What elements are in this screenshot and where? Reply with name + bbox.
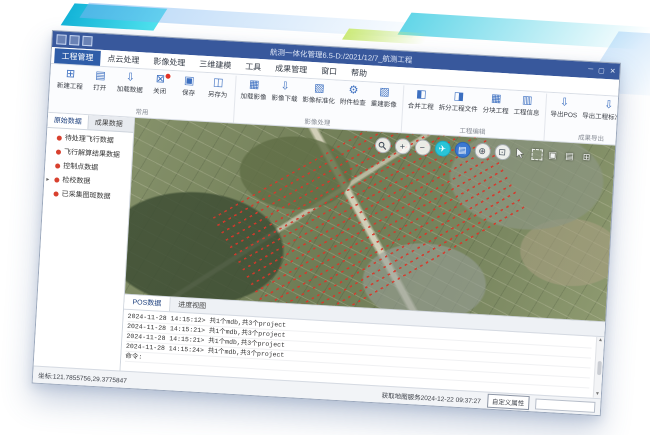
close-project-button[interactable]: ⊠ 关闭	[145, 72, 174, 98]
merge-project-button[interactable]: ◧ 合并工程	[405, 87, 436, 113]
image-download-icon: ⇩	[280, 80, 290, 93]
load-image-icon: ▦	[249, 78, 260, 91]
search-icon[interactable]	[374, 137, 391, 154]
layer-stack-icon[interactable]: ▤	[563, 149, 577, 163]
image-standardize-icon: ▧	[314, 82, 325, 95]
rebuild-image-button[interactable]: ▨ 重建影像	[369, 84, 400, 110]
rebuild-image-icon: ▨	[379, 86, 390, 99]
tree-item-pending-flight-data[interactable]: 待处理飞行数据	[49, 132, 131, 147]
scroll-down-icon[interactable]: ▼	[595, 392, 600, 397]
merge-project-icon: ◧	[416, 88, 427, 101]
decor-pale-ribbon-left	[79, 3, 421, 38]
save-icon: ▣	[184, 75, 195, 88]
coordinates-readout: 坐标:121.7855756,29.3775847	[38, 370, 127, 385]
open-button[interactable]: ▤ 打开	[85, 68, 114, 94]
maximize-icon[interactable]: ▢	[598, 67, 605, 75]
box-select-icon[interactable]	[531, 148, 543, 160]
load-image-button[interactable]: ▦ 加载影像	[238, 77, 269, 103]
satellite-map-view[interactable]: + − ✈ ▤ ⊕ ⊡ ▣ ▤ ⊞	[125, 118, 615, 321]
export-pos-button[interactable]: ⇩ 导出POS	[548, 95, 580, 121]
minimize-icon[interactable]: ─	[588, 66, 593, 74]
tree-item-flight-solution-data[interactable]: 飞行解算结果数据	[48, 146, 130, 161]
quick-save-icon[interactable]	[56, 34, 67, 45]
tree-item-calibration-data[interactable]: ▸ 检校数据	[46, 174, 128, 189]
expand-arrow-icon[interactable]: ▸	[46, 175, 51, 182]
image-download-button[interactable]: ⇩ 影像下载	[269, 79, 300, 105]
tree-item-control-point-data[interactable]: 控制点数据	[47, 160, 129, 175]
tab-pos-data[interactable]: POS数据	[124, 295, 171, 312]
drone-tool-icon[interactable]: ✈	[434, 140, 451, 157]
log-scrollbar[interactable]: ▲ ▼	[593, 337, 604, 398]
project-info-button[interactable]: ▥ 工程信息	[511, 93, 542, 119]
attachment-check-icon: ⚙	[348, 84, 359, 97]
tab-progress-view[interactable]: 进度视图	[170, 297, 215, 314]
export-results-icon: ⇩	[604, 99, 614, 112]
tab-window[interactable]: 窗口	[314, 63, 345, 80]
data-sidebar: 原始数据 成果数据 待处理飞行数据 飞行解算结果数据 控制点数据	[34, 113, 135, 371]
custom-attribute-button[interactable]: 自定义属性	[486, 394, 529, 410]
new-project-button[interactable]: ⊞ 新建工程	[55, 66, 86, 92]
tab-3d-modeling[interactable]: 三维建模	[192, 56, 239, 74]
scrollbar-thumb[interactable]	[597, 360, 602, 374]
map-service-status: 获取地图服务2024-12-22 09:37:27	[381, 390, 481, 406]
red-dot-icon	[55, 163, 60, 168]
full-extent-icon[interactable]: ⊡	[494, 144, 511, 161]
export-results-button[interactable]: ⇩ 导出工程标准成果	[580, 97, 618, 124]
map-column: + − ✈ ▤ ⊕ ⊡ ▣ ▤ ⊞ POS数据	[121, 118, 616, 398]
quick-redo-icon[interactable]	[82, 36, 93, 47]
tab-tools[interactable]: 工具	[238, 59, 269, 76]
locate-crosshair-icon[interactable]: ⊕	[474, 143, 491, 160]
layers-icon[interactable]: ▤	[454, 141, 471, 158]
export-pos-icon: ⇩	[560, 96, 570, 109]
load-data-button[interactable]: ⇩ 加载数据	[114, 70, 145, 96]
scroll-up-icon[interactable]: ▲	[598, 338, 603, 343]
zoom-out-icon[interactable]: −	[414, 139, 431, 156]
decor-green-ribbon-right	[342, 29, 430, 45]
window-controls: ─ ▢ ✕	[588, 66, 616, 76]
ribbon-group-export: ⇩ 导出POS ⇩ 导出工程标准成果 成果导出	[544, 94, 618, 146]
red-dot-icon	[57, 135, 62, 140]
load-data-icon: ⇩	[125, 71, 135, 84]
red-dot-icon	[54, 177, 59, 182]
project-info-icon: ▥	[522, 94, 533, 107]
quick-undo-icon[interactable]	[69, 35, 80, 46]
quick-access-toolbar	[56, 34, 93, 46]
tab-results[interactable]: 成果管理	[268, 61, 315, 79]
save-as-button[interactable]: ◫ 另存为	[203, 75, 232, 101]
close-icon[interactable]: ✕	[609, 67, 615, 75]
tab-help[interactable]: 帮助	[344, 65, 375, 82]
split-project-button[interactable]: ◨ 拆分工程文件	[436, 88, 480, 114]
new-project-icon: ⊞	[66, 68, 76, 81]
block-project-icon: ▦	[491, 92, 502, 105]
status-input-field[interactable]	[535, 398, 596, 412]
split-project-icon: ◨	[453, 90, 464, 103]
grid-tool-icon[interactable]: ⊞	[580, 150, 594, 164]
sidebar-tab-result-data[interactable]: 成果数据	[88, 115, 129, 131]
attachment-check-button[interactable]: ⚙ 附件检查	[338, 83, 369, 109]
tab-project-management[interactable]: 工程管理	[54, 48, 101, 66]
main-content: 原始数据 成果数据 待处理飞行数据 飞行解算结果数据 控制点数据	[34, 113, 616, 398]
pan-hand-icon[interactable]: ▣	[546, 148, 560, 162]
notification-badge	[164, 73, 171, 80]
red-dot-icon	[56, 149, 61, 154]
open-folder-icon: ▤	[95, 70, 106, 83]
decor-cyan-ribbon-right	[398, 13, 650, 50]
cursor-tool-icon[interactable]	[514, 146, 528, 160]
app-window: 航测一体化管理6.5-D:/2021/12/7_航测工程 ─ ▢ ✕ 工程管理 …	[32, 30, 621, 416]
tab-image-processing[interactable]: 影像处理	[146, 53, 193, 71]
ribbon-group-image: ▦ 加载影像 ⇩ 影像下载 ▧ 影像标准化 ⚙ 附件检查 ▨ 重建影像	[234, 76, 404, 133]
sidebar-tab-raw-data[interactable]: 原始数据	[47, 113, 89, 129]
block-project-button[interactable]: ▦ 分块工程	[480, 91, 511, 117]
zoom-in-icon[interactable]: +	[394, 138, 411, 155]
save-button[interactable]: ▣ 保存	[174, 73, 203, 99]
red-dot-icon	[53, 191, 58, 196]
image-standardize-button[interactable]: ▧ 影像标准化	[300, 80, 338, 106]
decor-cyan-ribbon-left	[61, 3, 168, 30]
data-tree: 待处理飞行数据 飞行解算结果数据 控制点数据 ▸ 检校数据	[43, 128, 133, 207]
tab-pointcloud[interactable]: 点云处理	[100, 51, 147, 69]
ribbon-group-project-edit: ◧ 合并工程 ◨ 拆分工程文件 ▦ 分块工程 ▥ 工程信息 工程编辑	[401, 85, 546, 140]
tree-item-collected-patch-data[interactable]: 已采集图斑数据	[45, 188, 127, 203]
save-as-icon: ◫	[213, 76, 224, 89]
